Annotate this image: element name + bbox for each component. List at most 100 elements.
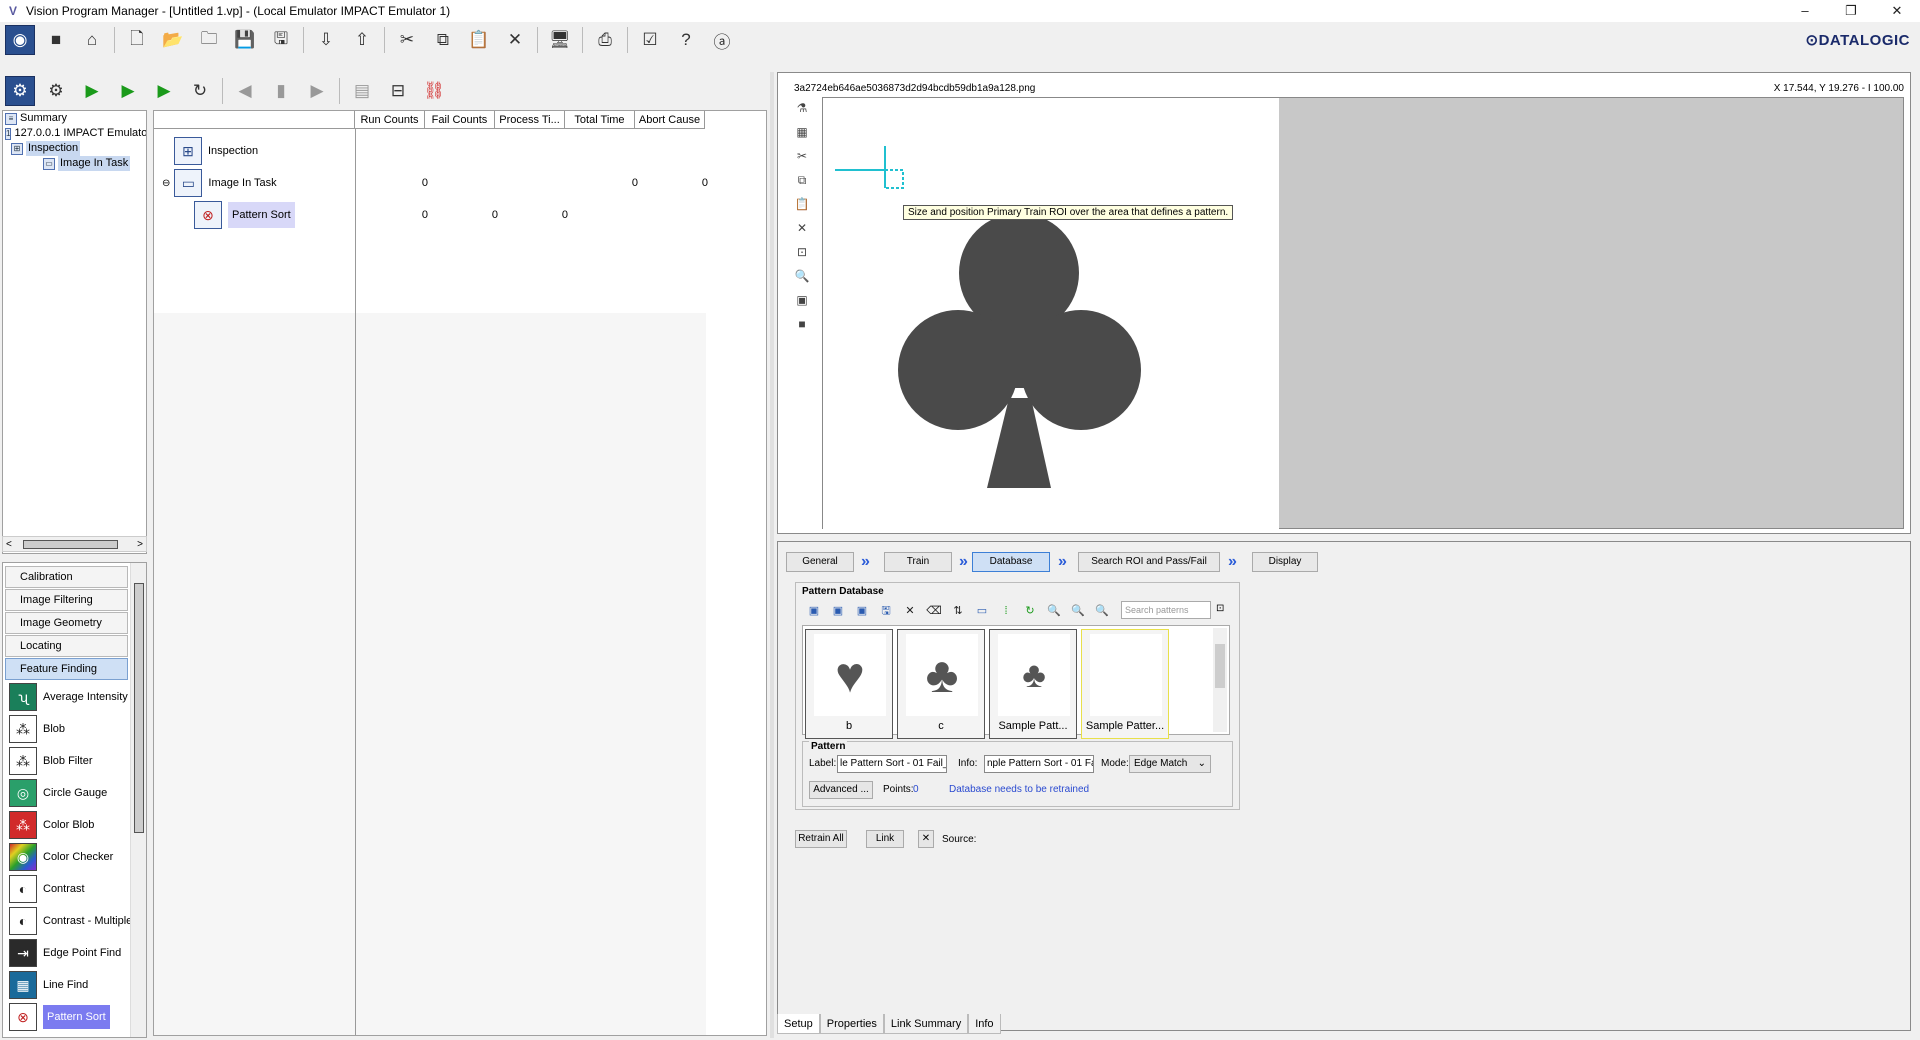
tree-item-device[interactable]: 1 127.0.0.1 IMPACT Emulato: [3, 126, 146, 141]
advanced-button[interactable]: Advanced ...: [809, 781, 873, 799]
column-header-process-time[interactable]: Process Ti...: [495, 111, 565, 129]
search-patterns-input[interactable]: Search patterns: [1121, 601, 1211, 619]
minimize-button[interactable]: –: [1782, 0, 1828, 22]
upload-icon[interactable]: ⇧: [347, 25, 377, 55]
thumbnails-vertical-scrollbar[interactable]: [1213, 628, 1227, 732]
dots-icon[interactable]: ⁞: [998, 603, 1014, 619]
paste-icon[interactable]: 📋: [794, 195, 810, 213]
grid-row-pattern-sort[interactable]: ⊗ Pattern Sort: [194, 199, 295, 231]
tab-properties[interactable]: Properties: [819, 1014, 884, 1034]
save-all-icon[interactable]: 🖫: [266, 25, 296, 55]
about-icon[interactable]: ⓐ: [707, 25, 737, 55]
tool-circle-gauge[interactable]: ◎ Circle Gauge: [9, 777, 146, 809]
info-field[interactable]: nple Pattern Sort - 01 Fail: [984, 755, 1094, 773]
delete-icon[interactable]: ✕: [902, 603, 918, 619]
save-icon[interactable]: 🖫: [878, 603, 894, 619]
cut-icon[interactable]: ✂: [392, 25, 422, 55]
tool-contrast[interactable]: ◐ Contrast: [9, 873, 146, 905]
tab-info[interactable]: Info: [968, 1014, 1001, 1034]
next-icon[interactable]: ▶: [302, 76, 332, 106]
program-icon[interactable]: ⚙: [5, 76, 35, 106]
category-calibration[interactable]: Calibration: [5, 566, 128, 588]
category-image-filtering[interactable]: Image Filtering: [5, 589, 128, 611]
scroll-left-icon[interactable]: <: [6, 539, 12, 550]
tool-blob-filter[interactable]: ⁂ Blob Filter: [9, 745, 146, 777]
scroll-thumb[interactable]: [23, 540, 118, 549]
save-icon[interactable]: 💾: [230, 25, 260, 55]
column-header-fail-counts[interactable]: Fail Counts: [425, 111, 495, 129]
image-canvas[interactable]: [822, 97, 1904, 530]
step-general[interactable]: General: [786, 552, 854, 572]
tree-item-summary[interactable]: ≡ Summary: [3, 111, 146, 126]
grid-row-inspection[interactable]: ⊞ Inspection: [174, 135, 258, 167]
retrain-all-button[interactable]: Retrain All: [795, 830, 847, 848]
category-locating[interactable]: Locating: [5, 635, 128, 657]
train-icon[interactable]: ⚗: [794, 99, 810, 117]
paste-icon[interactable]: 📋: [464, 25, 494, 55]
pause-icon[interactable]: ▮: [266, 76, 296, 106]
grid-icon[interactable]: ▦: [794, 123, 810, 141]
pattern-thumbnail[interactable]: ♣ c: [897, 629, 985, 739]
panel-splitter[interactable]: [770, 72, 774, 1038]
image-icon[interactable]: ▣: [794, 291, 810, 309]
step-database[interactable]: Database: [972, 552, 1050, 572]
scroll-right-icon[interactable]: >: [137, 539, 143, 550]
category-feature-finding[interactable]: Feature Finding: [5, 658, 128, 680]
tool-color-checker[interactable]: ◉ Color Checker: [9, 841, 146, 873]
scroll-thumb[interactable]: [134, 583, 144, 833]
print-icon[interactable]: ⎙: [590, 25, 620, 55]
settings-icon[interactable]: ⚙: [41, 76, 71, 106]
category-image-geometry[interactable]: Image Geometry: [5, 612, 128, 634]
download-icon[interactable]: ⇩: [311, 25, 341, 55]
column-header-abort-cause[interactable]: Abort Cause: [635, 111, 705, 129]
fit-icon[interactable]: ⊡: [794, 243, 810, 261]
pattern-thumbnail[interactable]: ♣ Sample Patt...: [989, 629, 1077, 739]
clear-source-icon[interactable]: ✕: [918, 830, 934, 848]
step-search-roi[interactable]: Search ROI and Pass/Fail: [1078, 552, 1220, 572]
prev-icon[interactable]: ◀: [230, 76, 260, 106]
step-train[interactable]: Train: [884, 552, 952, 572]
counter-reset-icon[interactable]: ⊟: [383, 76, 413, 106]
monitor-icon[interactable]: 🖥: [545, 25, 575, 55]
pattern-thumbnail[interactable]: ♥ b: [805, 629, 893, 739]
help-icon[interactable]: ?: [671, 25, 701, 55]
copy-icon[interactable]: ⧉: [428, 25, 458, 55]
tree-item-inspection[interactable]: ⊞ Inspection: [3, 141, 146, 156]
zoom-out-icon[interactable]: 🔍: [1070, 603, 1086, 619]
run-once-icon[interactable]: ▶: [113, 76, 143, 106]
tool-average-intensity[interactable]: ʯ Average Intensity: [9, 681, 146, 713]
tool-edge-point-find[interactable]: ⇥ Edge Point Find: [9, 937, 146, 969]
add-pattern-icon[interactable]: ▣: [806, 603, 822, 619]
retrain-icon[interactable]: ↻: [1022, 603, 1038, 619]
grid-row-image-in-task[interactable]: ⊖ ▭ Image In Task: [162, 167, 277, 199]
step-icon[interactable]: ▶: [149, 76, 179, 106]
tab-setup[interactable]: Setup: [777, 1014, 820, 1034]
tool-line-find[interactable]: ▦ Line Find: [9, 969, 146, 1001]
loop-icon[interactable]: ↻: [185, 76, 215, 106]
add-multiple-icon[interactable]: ▣: [830, 603, 846, 619]
tool-pattern-sort[interactable]: ⊗ Pattern Sort: [9, 1001, 146, 1033]
gray-box-icon[interactable]: ■: [794, 315, 810, 333]
column-header-total-time[interactable]: Total Time: [565, 111, 635, 129]
tree-horizontal-scrollbar[interactable]: < >: [2, 536, 147, 552]
folder-icon[interactable]: 🗀: [194, 25, 224, 55]
zoom-icon[interactable]: 🔍: [794, 267, 810, 285]
home-icon[interactable]: ⌂: [77, 25, 107, 55]
collapse-icon[interactable]: ⊖: [162, 178, 170, 189]
tree-item-image-in-task[interactable]: ▭ Image In Task: [3, 156, 146, 171]
new-file-icon[interactable]: 🗋: [122, 25, 152, 55]
zoom-in-icon[interactable]: 🔍: [1046, 603, 1062, 619]
stop-icon[interactable]: ■: [41, 25, 71, 55]
checklist-icon[interactable]: ☑: [635, 25, 665, 55]
scroll-thumb[interactable]: [1215, 644, 1225, 688]
close-button[interactable]: ✕: [1874, 0, 1920, 22]
restore-button[interactable]: ❐: [1828, 0, 1874, 22]
vision-mode-icon[interactable]: ◉: [5, 25, 35, 55]
import-icon[interactable]: ▣: [854, 603, 870, 619]
mode-select[interactable]: Edge Match ⌄: [1129, 755, 1211, 773]
tab-link-summary[interactable]: Link Summary: [883, 1014, 969, 1034]
column-header-run-counts[interactable]: Run Counts: [355, 111, 425, 129]
open-folder-icon[interactable]: 📂: [158, 25, 188, 55]
step-display[interactable]: Display: [1252, 552, 1318, 572]
erase-icon[interactable]: ⌫: [926, 603, 942, 619]
